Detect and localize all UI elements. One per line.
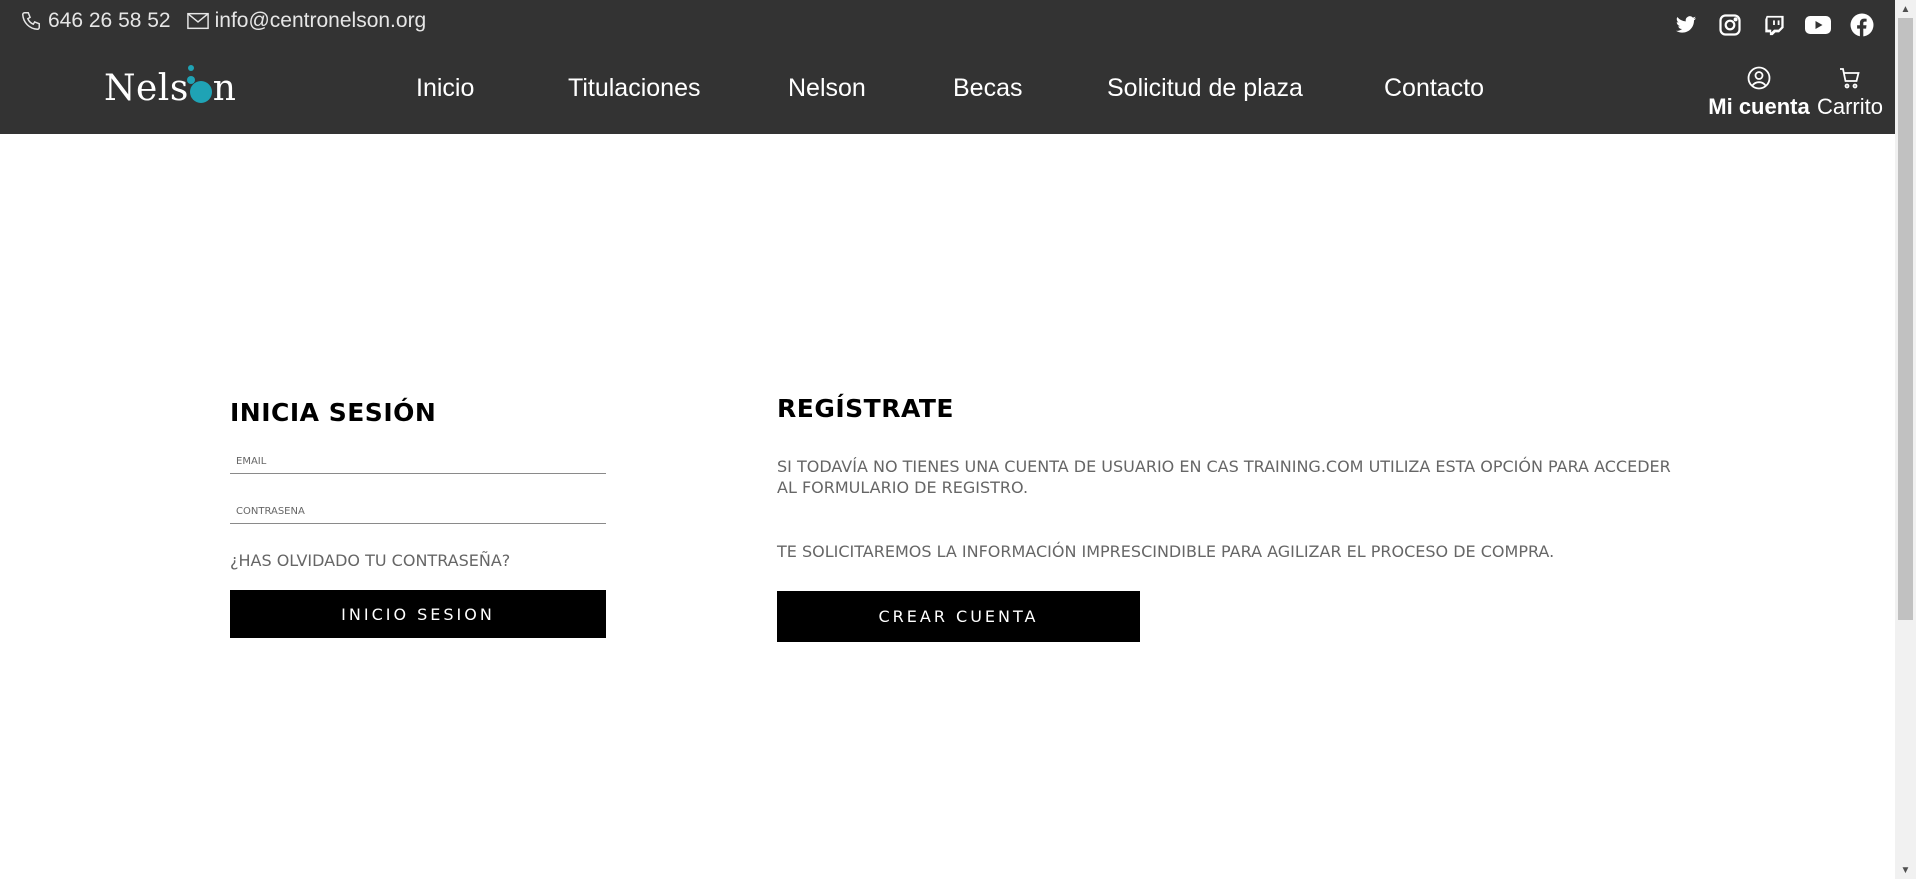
twitter-icon[interactable] [1673, 12, 1699, 38]
login-title: INICIA SESIÓN [230, 398, 437, 427]
logo-o-mark [189, 81, 212, 103]
forgot-password-link[interactable]: ¿HAS OLVIDADO TU CONTRASEÑA? [230, 551, 510, 570]
password-field[interactable] [230, 502, 618, 521]
cart-label: Carrito [1816, 94, 1883, 119]
nav-item-solicitud-de-plaza[interactable]: Solicitud de plaza [1107, 74, 1303, 103]
my-account-link[interactable]: Mi cuenta [1708, 66, 1810, 120]
register-title: REGÍSTRATE [777, 394, 954, 423]
login-button[interactable]: INICIO SESION [230, 590, 606, 638]
scrollbar-thumb[interactable] [1898, 18, 1913, 620]
site-header: 646 26 58 52 info@centronelson.org Nels … [0, 0, 1895, 134]
contact-bar: 646 26 58 52 info@centronelson.org [20, 9, 442, 33]
phone-link[interactable]: 646 26 58 52 [20, 9, 171, 33]
nav-item-contacto[interactable]: Contacto [1384, 74, 1484, 103]
password-field-wrapper [230, 501, 618, 524]
email-address: info@centronelson.org [214, 9, 427, 32]
logo-text-end: n [212, 68, 237, 109]
email-field[interactable] [230, 452, 618, 471]
nav-item-titulaciones[interactable]: Titulaciones [568, 74, 700, 103]
phone-number: 646 26 58 52 [48, 9, 171, 32]
cart-icon [1840, 68, 1860, 89]
cart-link[interactable]: Carrito [1815, 66, 1885, 120]
scroll-up-arrow-icon[interactable]: ▲ [1895, 0, 1916, 18]
youtube-icon[interactable] [1805, 12, 1831, 38]
register-description: SI TODAVÍA NO TIENES UNA CUENTA DE USUAR… [777, 457, 1671, 497]
vertical-scrollbar[interactable]: ▲ ▼ [1895, 0, 1916, 879]
mail-icon [186, 12, 209, 30]
register-info: TE SOLICITAREMOS LA INFORMACIÓN IMPRESCI… [777, 542, 1555, 561]
instagram-icon[interactable] [1717, 12, 1743, 38]
user-icon [1747, 66, 1771, 90]
email-link[interactable]: info@centronelson.org [186, 9, 427, 33]
page: 646 26 58 52 info@centronelson.org Nels … [0, 0, 1895, 879]
logo-dot-medium [187, 76, 195, 84]
email-field-wrapper [230, 451, 618, 474]
scroll-down-arrow-icon[interactable]: ▼ [1895, 861, 1916, 879]
facebook-icon[interactable] [1849, 12, 1875, 38]
logo-dot-small [188, 65, 194, 71]
nav-item-becas[interactable]: Becas [953, 74, 1022, 103]
twitch-icon[interactable] [1761, 12, 1787, 38]
logo-text-start: Nels [104, 68, 189, 109]
create-account-button[interactable]: CREAR CUENTA [777, 591, 1140, 642]
site-logo[interactable]: Nels n [104, 65, 237, 109]
social-links [1655, 12, 1875, 38]
nav-item-inicio[interactable]: Inicio [416, 74, 474, 103]
nav-item-nelson[interactable]: Nelson [788, 74, 866, 103]
phone-icon [22, 12, 40, 30]
my-account-label: Mi cuenta [1708, 94, 1810, 119]
